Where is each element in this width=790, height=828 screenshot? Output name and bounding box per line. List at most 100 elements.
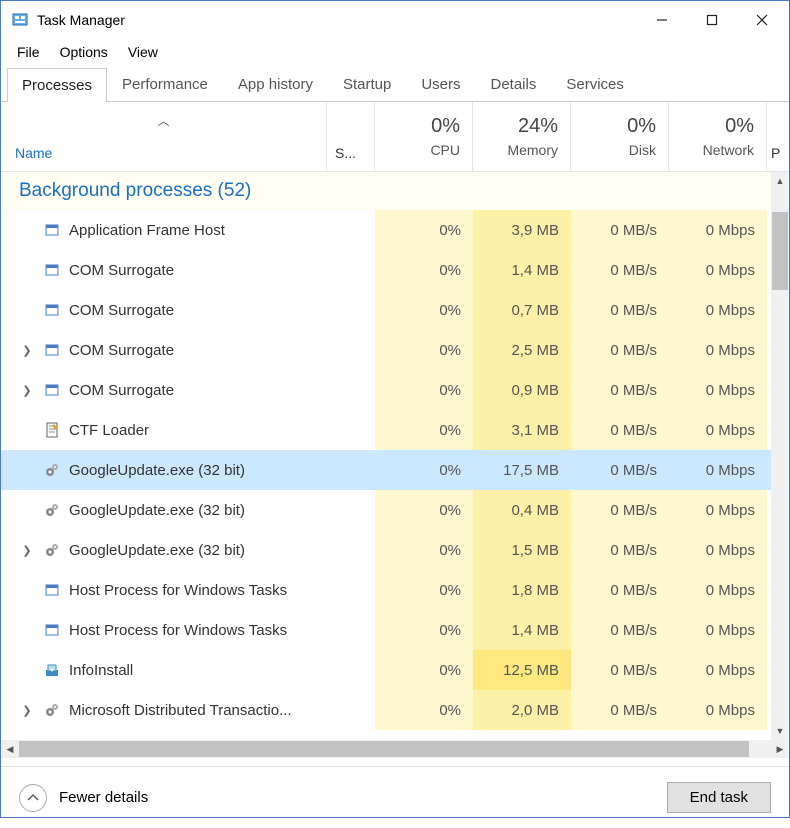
maximize-button[interactable] [687,4,737,36]
process-name: GoogleUpdate.exe (32 bit) [69,462,245,479]
process-memory: 1,8 MB [473,570,571,610]
process-row[interactable]: COM Surrogate0%1,4 MB0 MB/s0 Mbps [1,250,789,290]
horizontal-scroll-thumb[interactable] [19,741,749,757]
cpu-percent: 0% [431,115,460,138]
column-disk[interactable]: 0% Disk [571,102,669,171]
process-network: 0 Mbps [669,650,767,690]
vertical-scrollbar[interactable]: ▲ ▼ [771,172,789,740]
column-name-label: Name [1,145,326,171]
process-cpu: 0% [375,610,473,650]
process-icon [43,501,61,519]
process-memory: 3,9 MB [473,210,571,250]
process-disk: 0 MB/s [571,210,669,250]
process-icon [43,541,61,559]
minimize-button[interactable] [637,4,687,36]
tab-details[interactable]: Details [476,67,552,101]
vertical-scroll-thumb[interactable] [772,212,788,290]
expand-chevron-icon[interactable]: ❯ [19,384,35,397]
process-network: 0 Mbps [669,370,767,410]
group-header-background[interactable]: Background processes (52) [1,172,789,210]
scroll-left-icon[interactable]: ◀ [1,740,19,758]
tab-startup[interactable]: Startup [328,67,406,101]
column-headers: ︿ Name S... 0% CPU 24% Memory 0% Disk 0%… [1,102,789,172]
titlebar: Task Manager [1,1,789,39]
menu-options[interactable]: Options [50,41,118,63]
scroll-up-icon[interactable]: ▲ [771,172,789,190]
column-status[interactable]: S... [327,102,375,171]
process-cpu: 0% [375,650,473,690]
process-row[interactable]: COM Surrogate0%0,7 MB0 MB/s0 Mbps [1,290,789,330]
process-row[interactable]: ❯COM Surrogate0%0,9 MB0 MB/s0 Mbps [1,370,789,410]
tab-performance[interactable]: Performance [107,67,223,101]
close-button[interactable] [737,4,787,36]
column-network[interactable]: 0% Network [669,102,767,171]
expand-chevron-icon[interactable]: ❯ [19,344,35,357]
column-p[interactable]: P [767,102,785,171]
process-disk: 0 MB/s [571,290,669,330]
process-row[interactable]: Host Process for Windows Tasks0%1,4 MB0 … [1,610,789,650]
process-name: Microsoft Distributed Transactio... [69,702,292,719]
process-icon [43,581,61,599]
process-row[interactable]: Host Process for Windows Tasks0%1,8 MB0 … [1,570,789,610]
process-name: Host Process for Windows Tasks [69,622,287,639]
process-row[interactable]: ❯COM Surrogate0%2,5 MB0 MB/s0 Mbps [1,330,789,370]
process-name: CTF Loader [69,422,149,439]
fewer-details-button[interactable]: Fewer details [19,784,148,812]
process-disk: 0 MB/s [571,330,669,370]
process-memory: 0,9 MB [473,370,571,410]
end-task-button[interactable]: End task [667,782,771,813]
process-cpu: 0% [375,450,473,490]
tab-users[interactable]: Users [406,67,475,101]
footer: Fewer details End task [1,766,789,828]
process-row[interactable]: ❯Microsoft Distributed Transactio...0%2,… [1,690,789,730]
process-network: 0 Mbps [669,210,767,250]
process-memory: 1,4 MB [473,250,571,290]
cpu-label: CPU [430,142,460,158]
tab-app-history[interactable]: App history [223,67,328,101]
process-disk: 0 MB/s [571,610,669,650]
process-network: 0 Mbps [669,250,767,290]
process-cpu: 0% [375,490,473,530]
process-icon [43,221,61,239]
column-cpu[interactable]: 0% CPU [375,102,473,171]
menu-view[interactable]: View [118,41,168,63]
process-name: Host Process for Windows Tasks [69,582,287,599]
process-network: 0 Mbps [669,450,767,490]
process-row[interactable]: CTF Loader0%3,1 MB0 MB/s0 Mbps [1,410,789,450]
process-row[interactable]: GoogleUpdate.exe (32 bit)0%0,4 MB0 MB/s0… [1,490,789,530]
process-disk: 0 MB/s [571,570,669,610]
process-disk: 0 MB/s [571,410,669,450]
process-network: 0 Mbps [669,610,767,650]
process-row[interactable]: Application Frame Host0%3,9 MB0 MB/s0 Mb… [1,210,789,250]
process-icon [43,421,61,439]
process-row[interactable]: GoogleUpdate.exe (32 bit)0%17,5 MB0 MB/s… [1,450,789,490]
horizontal-scrollbar[interactable]: ◀ ▶ [1,740,789,758]
process-cpu: 0% [375,210,473,250]
process-network: 0 Mbps [669,330,767,370]
column-memory[interactable]: 24% Memory [473,102,571,171]
process-row[interactable]: ❯GoogleUpdate.exe (32 bit)0%1,5 MB0 MB/s… [1,530,789,570]
tab-processes[interactable]: Processes [7,68,107,102]
process-disk: 0 MB/s [571,490,669,530]
expand-chevron-icon[interactable]: ❯ [19,704,35,717]
process-name: COM Surrogate [69,342,174,359]
process-icon [43,621,61,639]
process-icon [43,381,61,399]
process-cpu: 0% [375,250,473,290]
scroll-right-icon[interactable]: ▶ [771,740,789,758]
menu-file[interactable]: File [7,41,50,63]
column-name[interactable]: ︿ Name [1,102,327,171]
process-memory: 0,4 MB [473,490,571,530]
process-row[interactable]: InfoInstall0%12,5 MB0 MB/s0 Mbps [1,650,789,690]
process-cpu: 0% [375,530,473,570]
process-name: InfoInstall [69,662,133,679]
process-network: 0 Mbps [669,570,767,610]
process-memory: 12,5 MB [473,650,571,690]
network-label: Network [703,142,754,158]
tab-services[interactable]: Services [551,67,639,101]
expand-chevron-icon[interactable]: ❯ [19,544,35,557]
memory-label: Memory [507,142,558,158]
window-title: Task Manager [37,12,637,28]
process-cpu: 0% [375,330,473,370]
scroll-down-icon[interactable]: ▼ [771,722,789,740]
